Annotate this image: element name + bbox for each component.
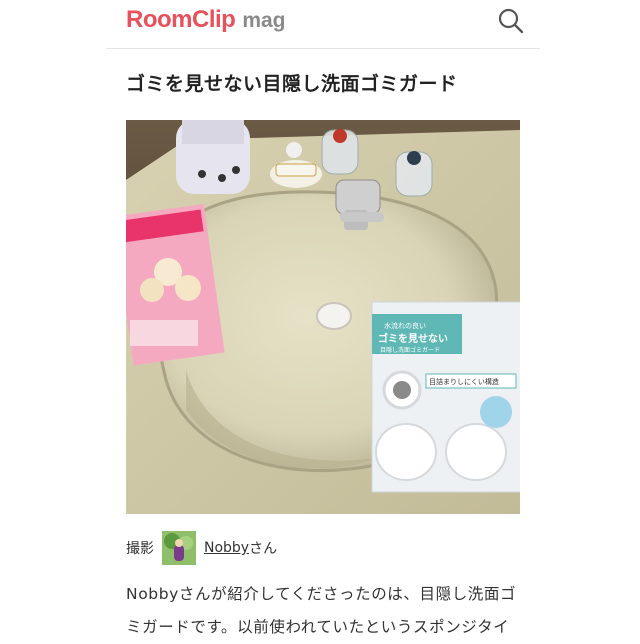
soap-dispenser — [176, 120, 250, 194]
drain-plug — [316, 302, 352, 330]
package-line1: 水流れの良い — [384, 321, 426, 330]
photo-credit: 撮影 Nobby さん — [126, 530, 277, 566]
roomclip-mag-logo[interactable]: RoomClip mag — [126, 6, 286, 40]
logo-sub-text: mag — [242, 9, 286, 32]
garbage-guard-package: 水流れの良い ゴミを見せない 目隠し洗面ゴミガード 目詰まりしにくい構造 — [371, 301, 520, 493]
search-icon[interactable] — [496, 6, 526, 36]
package-line4: 目詰まりしにくい構造 — [429, 377, 499, 386]
credit-label: 撮影 — [126, 541, 154, 557]
article-photo[interactable]: 水流れの良い ゴミを見せない 目隠し洗面ゴミガード 目詰まりしにくい構造 — [126, 120, 520, 514]
username-suffix: さん — [249, 541, 278, 557]
package-line2: ゴミを見せない — [378, 332, 448, 345]
article-title: ゴミを見せない目隠し洗面ゴミガード — [126, 73, 458, 95]
username-link[interactable]: Nobby — [204, 540, 249, 556]
header-divider — [106, 48, 540, 49]
site-header: RoomClip mag — [0, 0, 640, 48]
article-body-text: Nobbyさんが紹介してくださったのは、目隠し洗面ゴミガードです。以前使われてい… — [126, 585, 517, 636]
package-line3: 目隠し洗面ゴミガード — [380, 346, 440, 354]
user-avatar[interactable] — [162, 531, 196, 565]
logo-main-text: RoomClip — [126, 6, 236, 33]
